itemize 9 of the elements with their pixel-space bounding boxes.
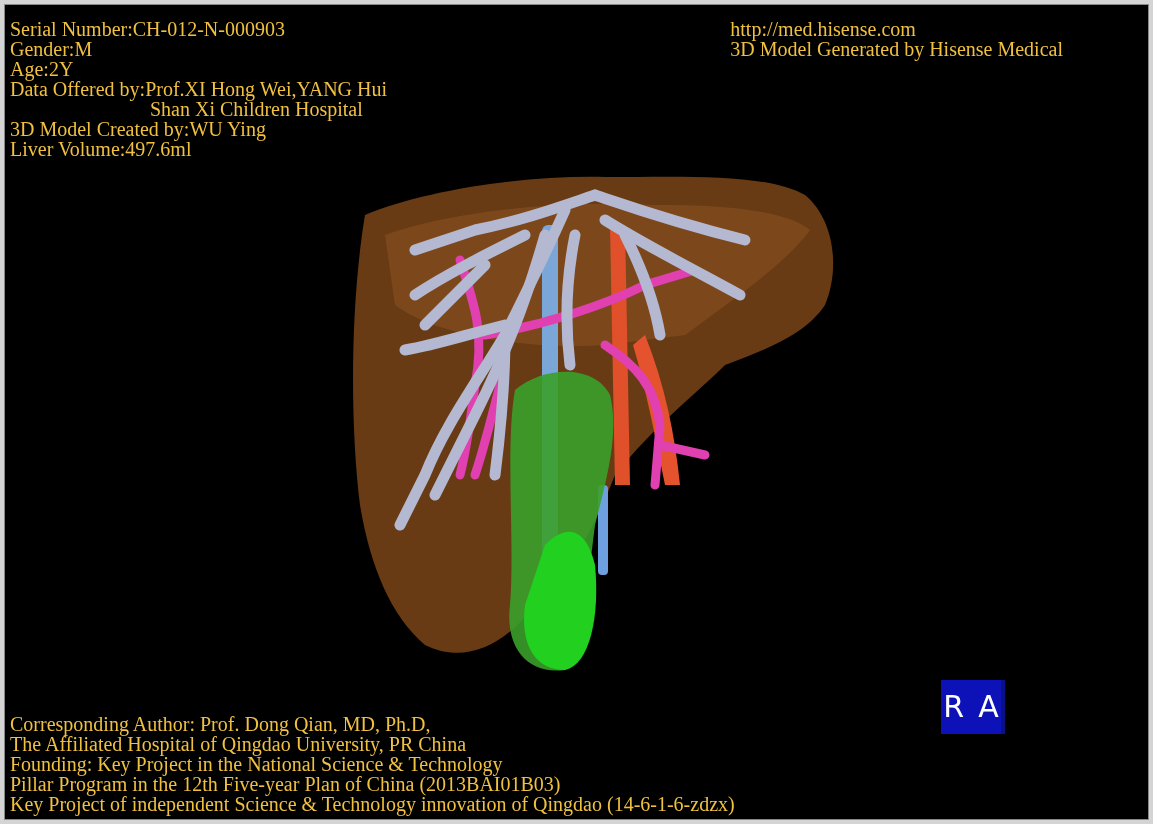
- info-text: Liver Volume:497.6ml: [10, 139, 192, 159]
- info-text: Serial Number:CH-012-N-000903: [10, 19, 286, 39]
- axis-label: A: [978, 697, 999, 717]
- info-text: http://med.hisense.com: [730, 19, 917, 39]
- axis-label: R: [943, 697, 965, 717]
- info-text: 3D Model Created by:WU Ying: [10, 119, 267, 139]
- info-text: Shan Xi Children Hospital: [150, 99, 364, 119]
- orientation-cube[interactable]: R A: [941, 680, 1005, 734]
- info-text: Gender:M: [10, 39, 94, 59]
